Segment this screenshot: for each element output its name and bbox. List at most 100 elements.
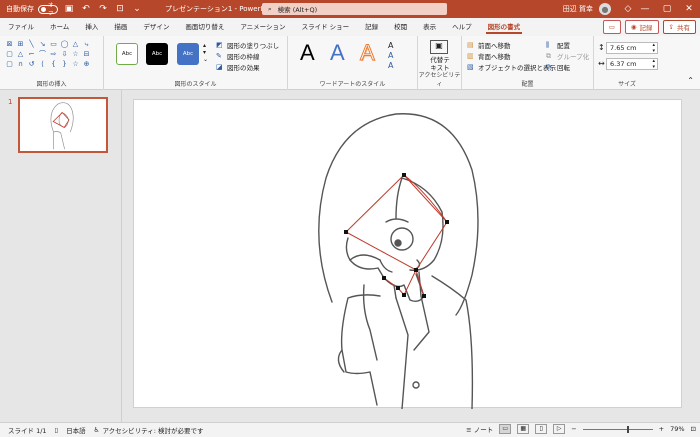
selection-pane-icon: ▧ [467, 62, 474, 71]
user-name[interactable]: 田辺 賀幸 [563, 4, 593, 14]
merge-shapes-icon[interactable]: ⊕ [82, 60, 91, 68]
language-indicator[interactable]: 日本語 [66, 425, 86, 435]
group-label-insert-shapes: 図形の挿入 [36, 81, 67, 88]
tab-12[interactable]: 図形の書式 [480, 18, 529, 36]
wordart-sample-black[interactable]: A [300, 40, 315, 66]
sketch-drawing[interactable] [134, 100, 683, 410]
wordart-sample-blue[interactable]: A [330, 40, 345, 66]
height-input[interactable]: 7.65 cm ▴ ▾ [606, 42, 658, 54]
document-title: プレゼンテーション1 - PowerPoint [165, 5, 278, 13]
save-icon[interactable]: ▣ [63, 3, 75, 15]
send-backward-icon: ▥ [467, 51, 474, 60]
tab-11[interactable]: ヘルプ [444, 18, 480, 36]
rotate-button[interactable]: ⟳ 回転 [546, 62, 570, 72]
arrow-right-shape-icon[interactable]: ⇨ [49, 50, 58, 58]
notes-button[interactable]: ≡ ノート [466, 424, 493, 434]
tab-10[interactable]: 表示 [415, 18, 444, 36]
autosave-toggle[interactable]: オフ [38, 3, 58, 17]
accessibility-status[interactable]: ♿ アクセシビリティ: 検討が必要です [94, 425, 204, 435]
edit-shape-icon[interactable]: ⤷ [82, 40, 91, 48]
shape-effects-button[interactable]: ◪ 図形の効果 [216, 62, 260, 72]
tab-0[interactable]: ファイル [0, 18, 42, 36]
width-spinner-icon[interactable]: ▴ ▾ [652, 58, 655, 70]
tab-5[interactable]: 画面切り替え [177, 18, 232, 36]
align-button[interactable]: ⫼ 配置 [546, 40, 570, 50]
tab-8[interactable]: 記録 [357, 18, 386, 36]
style-sample-1[interactable]: Abc [116, 43, 138, 65]
width-input[interactable]: 6.37 cm ▴ ▾ [606, 58, 658, 70]
shape-outline-button[interactable]: ✎ 図形の枠線 [216, 51, 260, 61]
close-button[interactable]: ✕ [678, 4, 700, 14]
height-spinner-icon[interactable]: ▴ ▾ [652, 42, 655, 54]
reading-view-icon[interactable]: ▯ [535, 424, 548, 434]
tab-1[interactable]: ホーム [42, 18, 77, 36]
curve-shape-icon[interactable]: ∩ [16, 60, 25, 68]
slide-sorter-icon[interactable]: ▦ [517, 424, 530, 434]
button [412, 381, 420, 389]
minimize-button[interactable]: — [634, 4, 656, 14]
comments-button[interactable]: ▭ [602, 20, 621, 34]
slideshow-icon[interactable]: ▷ [553, 424, 566, 434]
style-sample-3[interactable]: Abc [177, 43, 199, 65]
bring-forward-button[interactable]: ▤ 前面へ移動 [467, 40, 511, 50]
tab-7[interactable]: スライド ショー [294, 18, 358, 36]
zoom-out-icon[interactable]: − [571, 425, 576, 433]
text-fill-icon[interactable]: AAA [388, 41, 393, 71]
textbox-shape-icon[interactable]: ⊠ [5, 40, 14, 48]
alt-text-icon[interactable]: ▣ [430, 40, 448, 54]
tab-3[interactable]: 描画 [106, 18, 135, 36]
fit-slide-icon[interactable]: ⊡ [691, 425, 696, 433]
share-button[interactable]: ⇪ 共有 [662, 20, 696, 34]
rectangle-shape-icon[interactable]: ▭ [49, 40, 58, 48]
brace-shape-icon[interactable]: { [49, 60, 58, 68]
style-sample-2[interactable]: Abc [146, 43, 168, 65]
gallery-scroll-icon[interactable]: ▴ ▾ ⌄ [203, 42, 208, 63]
textbox-vertical-shape-icon[interactable]: ⊞ [16, 40, 25, 48]
brace-right-shape-icon[interactable]: } [60, 60, 69, 68]
maximize-button[interactable]: ▢ [656, 4, 678, 14]
group-label-wordart: ワードアートのスタイル [319, 81, 386, 88]
loop-shape-icon[interactable]: ↺ [27, 60, 36, 68]
line-shape-icon[interactable]: ╲ [27, 40, 36, 48]
tab-9[interactable]: 校閲 [386, 18, 415, 36]
shape-more-icon[interactable]: △ [71, 40, 80, 48]
shapes-gallery[interactable]: ⊠ ⊞ ╲ ↘ ▭ ◯ △ ⤷ ▢ △ ⌐ ⌒ ⇨ ⇩ ☆ ⊟ ▢ ∩ ↺ ⟨ … [5, 40, 91, 68]
bracket-shape-icon[interactable]: ⟨ [38, 60, 47, 68]
avatar[interactable]: ● [599, 3, 611, 15]
tab-4[interactable]: デザイン [135, 18, 177, 36]
zoom-slider[interactable] [582, 425, 653, 433]
l-shape-icon[interactable]: ⌐ [27, 50, 36, 58]
star2-shape-icon[interactable]: ☆ [71, 60, 80, 68]
arc-shape-icon[interactable]: ⌒ [38, 50, 47, 58]
line-arrow-shape-icon[interactable]: ↘ [38, 40, 47, 48]
triangle-shape-icon[interactable]: △ [16, 50, 25, 58]
search-input[interactable]: ⌕ 検索 (Alt+Q) [262, 3, 447, 15]
tab-2[interactable]: 挿入 [77, 18, 106, 36]
shape-fill-button[interactable]: ◩ 図形の塗りつぶし [216, 40, 279, 50]
undo-icon[interactable]: ↶ [80, 3, 92, 15]
oval-shape-icon[interactable]: ◯ [60, 40, 69, 48]
send-backward-button[interactable]: ▥ 背面へ移動 [467, 51, 511, 61]
frame-shape-icon[interactable]: ▢ [5, 60, 14, 68]
selection-pane-button[interactable]: ▧ オブジェクトの選択と表示 [467, 62, 556, 72]
normal-view-icon[interactable]: ▭ [499, 424, 512, 434]
square-shape-icon[interactable]: ▢ [5, 50, 14, 58]
spell-check-icon[interactable]: ▯ [55, 426, 59, 434]
wordart-sample-orange[interactable]: A [360, 40, 376, 66]
slide-thumbnail[interactable] [18, 97, 108, 153]
group-button[interactable]: ⧉ グループ化 [546, 51, 589, 61]
bring-forward-icon: ▤ [467, 40, 474, 49]
present-icon[interactable]: ⊡ [114, 3, 126, 15]
slide-canvas[interactable] [133, 99, 683, 410]
star-shape-icon[interactable]: ☆ [71, 50, 80, 58]
tab-6[interactable]: アニメーション [232, 18, 293, 36]
zoom-level[interactable]: 79% [670, 425, 684, 433]
textbox-draw-icon[interactable]: ⊟ [82, 50, 91, 58]
record-button[interactable]: ◉ 記録 [624, 20, 659, 34]
redo-icon[interactable]: ↷ [97, 3, 109, 15]
collapse-ribbon-icon[interactable]: ⌃ [687, 76, 694, 85]
arrow-down-shape-icon[interactable]: ⇩ [60, 50, 69, 58]
diamond-icon[interactable]: ◇ [622, 3, 634, 15]
zoom-in-icon[interactable]: + [659, 425, 664, 433]
customize-qat-icon[interactable]: ⌄ [131, 3, 143, 15]
